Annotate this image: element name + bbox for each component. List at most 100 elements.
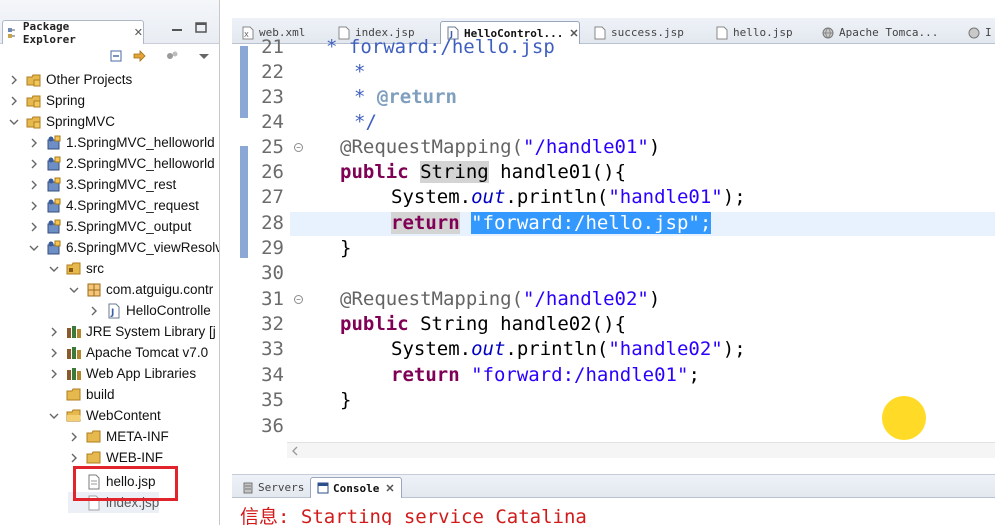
line-number-gutter: 21 22 23 24 25 26 27 28 29 30 31 32 33 3… [248,36,303,444]
chevron-down-icon[interactable] [48,263,60,275]
chevron-right-icon[interactable] [48,326,60,338]
tree-item-web-inf[interactable]: WEB-INF [68,447,163,468]
chevron-right-icon[interactable] [28,137,40,149]
fold-collapse-icon[interactable]: − [294,295,303,304]
chevron-right-icon[interactable] [88,305,100,317]
focus-icon[interactable] [164,48,180,64]
tree-item-label: WebContent [86,408,161,423]
minimize-icon[interactable] [170,22,184,34]
tree-item-label: HelloControlle [126,303,211,318]
type-name-occurrence: String [420,161,489,183]
working-set-icon [26,74,41,86]
chevron-down-icon[interactable] [68,284,80,296]
maximize-icon[interactable] [194,22,208,34]
tree-item-java-file[interactable]: J HelloControlle [88,300,211,321]
horizontal-scrollbar[interactable] [287,442,995,458]
close-icon[interactable]: ✕ [385,482,394,495]
code-text: String [420,313,489,335]
tree-item-springmvc[interactable]: SpringMVC [8,111,115,132]
code-text: ) [648,288,661,310]
chevron-right-icon[interactable] [68,452,80,464]
line-number: 22 [261,61,284,83]
tree-item-src[interactable]: src [48,258,104,279]
editor-tab-success-jsp[interactable]: success.jsp [588,21,704,44]
folder-icon [66,409,81,421]
code-text: .println( [505,186,609,208]
chevron-down-icon[interactable] [28,242,40,254]
fold-collapse-icon[interactable]: − [294,143,303,152]
tree-item-project[interactable]: 1.SpringMVC_helloworld [28,132,215,153]
tree-item-spring[interactable]: Spring [8,90,85,111]
chevron-right-icon[interactable] [48,347,60,359]
tree-item-label: src [86,261,104,276]
view-menu-icon[interactable] [196,48,212,64]
tree-item-meta-inf[interactable]: META-INF [68,426,169,447]
tree-item-other-projects[interactable]: Other Projects [8,69,132,90]
tree-item-label: Other Projects [46,72,133,87]
line-number: 31 [261,288,284,310]
tab-console[interactable]: Console ✕ [310,477,402,498]
tree-item-label: 6.SpringMVC_viewResolv [66,240,220,255]
tree-item-label: JRE System Library [j [86,324,216,339]
chevron-right-icon[interactable] [28,158,40,170]
tree-item-project[interactable]: 2.SpringMVC_helloworld [28,153,215,174]
working-set-icon [26,116,41,128]
tree-item-build[interactable]: build [48,384,115,405]
chevron-right-icon[interactable] [8,95,20,107]
chevron-right-icon[interactable] [68,431,80,443]
jsp-file-icon [594,26,606,39]
chevron-right-icon[interactable] [28,221,40,233]
tree-item-label: build [86,387,115,402]
comment-text: * [326,36,349,58]
package-icon [87,283,101,296]
comment-text: * [354,61,366,83]
chevron-right-icon[interactable] [28,200,40,212]
chevron-down-icon[interactable] [8,116,20,128]
selected-code-text: ; [699,212,712,234]
close-icon[interactable]: ✕ [569,27,578,40]
tree-item-library[interactable]: Web App Libraries [48,363,196,384]
keyword: public [340,161,409,183]
chevron-right-icon[interactable] [48,368,60,380]
chevron-right-icon[interactable] [8,74,20,86]
chevron-left-icon[interactable] [289,444,301,458]
explorer-tabbar: Package Explorer ✕ [0,0,219,46]
editor-tab-apache-tomcat[interactable]: Apache Tomca... [816,21,956,44]
editor-tab-label: I [985,26,992,39]
selected-string-literal[interactable]: "forward:/hello.jsp" [471,212,700,234]
line-number: 21 [261,36,284,58]
string-literal: "handle01" [608,186,723,208]
tree-item-label: 1.SpringMVC_helloworld [66,135,215,150]
editor-tab-hello-jsp[interactable]: hello.jsp [710,21,810,44]
tree-item-library[interactable]: JRE System Library [j [48,321,216,342]
chevron-right-icon[interactable] [28,179,40,191]
package-explorer-icon [7,27,15,38]
string-literal: "/handle02" [523,288,649,310]
collapse-all-icon[interactable] [108,48,124,64]
field-name: out [471,338,506,360]
tree-item-project[interactable]: 4.SpringMVC_request [28,195,199,216]
tree-item-project-expanded[interactable]: 6.SpringMVC_viewResolv [28,237,220,258]
line-number: 36 [261,415,284,437]
code-editor[interactable]: 21 22 23 24 25 26 27 28 29 30 31 32 33 3… [232,36,995,460]
line-number: 24 [261,111,284,133]
line-number: 32 [261,313,284,335]
folder-icon [66,388,81,400]
package-explorer: Package Explorer ✕ Other Projects Spring… [0,0,220,525]
tree-item-label: 5.SpringMVC_output [66,219,192,234]
tree-item-project[interactable]: 3.SpringMVC_rest [28,174,176,195]
tab-package-explorer[interactable]: Package Explorer ✕ [2,20,144,46]
line-number: 30 [261,262,284,284]
tree-item-package[interactable]: com.atguigu.contr [68,279,213,300]
editor-tab-browser[interactable]: I [962,21,995,44]
link-with-editor-icon[interactable] [132,48,148,64]
tree-item-project[interactable]: 5.SpringMVC_output [28,216,191,237]
console-output[interactable]: 信息: Starting service Catalina [232,498,995,525]
tree-item-webcontent[interactable]: WebContent [48,405,161,426]
tab-servers[interactable]: Servers [236,477,308,498]
tree-item-library[interactable]: Apache Tomcat v7.0 [48,342,208,363]
chevron-down-icon[interactable] [48,410,60,422]
close-icon[interactable]: ✕ [134,26,143,39]
code-text: System. [391,186,472,208]
line-number: 33 [261,338,284,360]
